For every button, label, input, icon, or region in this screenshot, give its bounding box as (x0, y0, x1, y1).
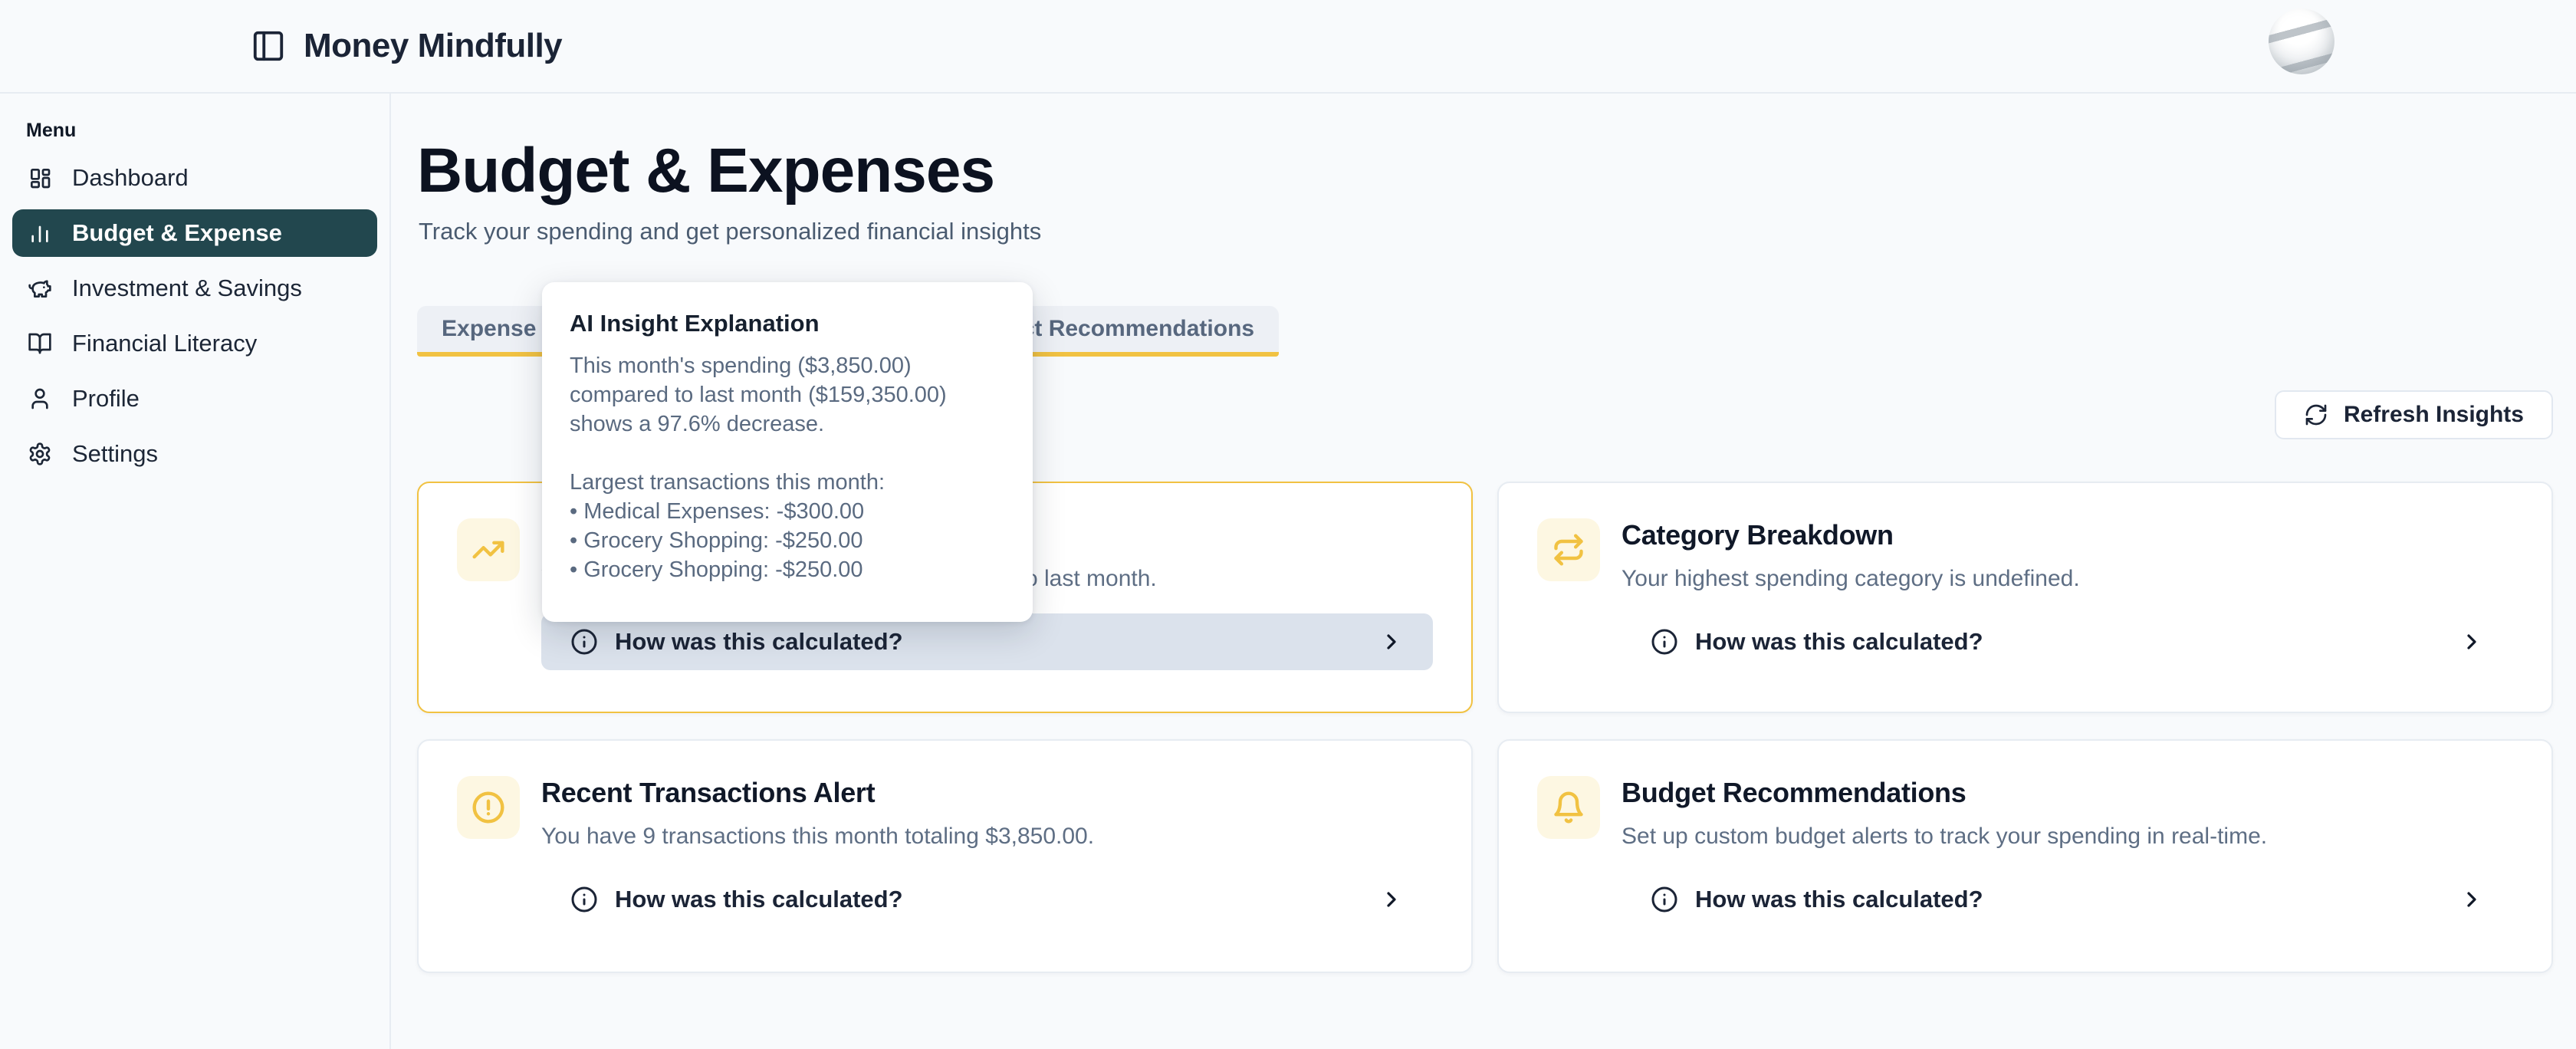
ai-insight-bullet: • Medical Expenses: -$300.00 (570, 497, 1005, 526)
ai-insight-popover-title: AI Insight Explanation (570, 310, 1005, 337)
card-body: Recent Transactions Alert You have 9 tra… (541, 776, 1433, 928)
sidebar-item-label: Settings (72, 440, 158, 468)
sidebar-item-investment-savings[interactable]: Investment & Savings (12, 265, 377, 312)
card-subtitle: You have 9 transactions this month total… (541, 822, 1433, 851)
how-calculated-label: How was this calculated? (1695, 886, 1983, 913)
sidebar-item-financial-literacy[interactable]: Financial Literacy (12, 320, 377, 367)
how-calculated-label: How was this calculated? (615, 628, 903, 656)
card-subtitle: Set up custom budget alerts to track you… (1622, 822, 2513, 851)
card-body: Budget Recommendations Set up custom bud… (1622, 776, 2513, 928)
chevron-right-icon (1379, 887, 1404, 912)
how-calculated-row[interactable]: How was this calculated? (1622, 871, 2513, 928)
card-subtitle: Your highest spending category is undefi… (1622, 564, 2513, 594)
ai-insight-subheading: Largest transactions this month: (570, 468, 1005, 497)
refresh-insights-button[interactable]: Refresh Insights (2275, 390, 2553, 439)
how-calculated-label: How was this calculated? (615, 886, 903, 913)
alert-circle-icon (457, 776, 520, 839)
sidebar: Menu Dashboard Budget & Expense Investme… (0, 94, 391, 1049)
trending-up-icon (457, 518, 520, 581)
page-title: Budget & Expenses (417, 135, 994, 207)
top-header: Money Mindfully (0, 0, 2576, 94)
how-calculated-row[interactable]: How was this calculated? (541, 871, 1433, 928)
ai-insight-bullet: • Grocery Shopping: -$250.00 (570, 526, 1005, 555)
how-calculated-label: How was this calculated? (1695, 628, 1983, 656)
app-root: Money Mindfully Menu Dashboard Budget & … (0, 0, 2576, 1049)
refresh-insights-label: Refresh Insights (2344, 402, 2524, 428)
piggy-bank-icon (28, 276, 52, 301)
chevron-right-icon (2459, 887, 2484, 912)
layout-dashboard-icon (28, 166, 52, 190)
card-body: Category Breakdown Your highest spending… (1622, 518, 2513, 670)
card-title: Category Breakdown (1622, 518, 2513, 552)
ai-insight-bullet: • Grocery Shopping: -$250.00 (570, 555, 1005, 584)
app-title: Money Mindfully (304, 27, 562, 65)
card-title: Budget Recommendations (1622, 776, 2513, 810)
info-icon (1651, 628, 1678, 656)
book-open-icon (28, 331, 52, 356)
page-subtitle: Track your spending and get personalized… (419, 218, 1041, 245)
card-title: Recent Transactions Alert (541, 776, 1433, 810)
info-icon (570, 886, 598, 913)
chevron-right-icon (1379, 630, 1404, 654)
bar-chart-icon (28, 221, 52, 245)
info-icon (570, 628, 598, 656)
refresh-icon (2304, 403, 2328, 427)
chevron-right-icon (2459, 630, 2484, 654)
repeat-icon (1537, 518, 1600, 581)
sidebar-item-budget-expense[interactable]: Budget & Expense (12, 209, 377, 257)
sidebar-item-label: Profile (72, 385, 140, 413)
user-avatar[interactable] (2269, 8, 2334, 74)
sidebar-item-label: Dashboard (72, 164, 189, 192)
gear-icon (28, 442, 52, 466)
how-calculated-row[interactable]: How was this calculated? (1622, 613, 2513, 670)
sidebar-item-settings[interactable]: Settings (12, 430, 377, 478)
sidebar-menu-label: Menu (26, 120, 389, 142)
sidebar-item-profile[interactable]: Profile (12, 375, 377, 423)
ai-insight-popover: AI Insight Explanation This month's spen… (542, 282, 1033, 622)
sidebar-item-dashboard[interactable]: Dashboard (12, 154, 377, 202)
sidebar-toggle-button[interactable] (247, 25, 290, 67)
card-category-breakdown: Category Breakdown Your highest spending… (1497, 482, 2553, 713)
sidebar-item-label: Investment & Savings (72, 275, 302, 302)
ai-insight-paragraph: This month's spending ($3,850.00) compar… (570, 351, 1005, 439)
how-calculated-row[interactable]: How was this calculated? (541, 613, 1433, 670)
sidebar-item-label: Budget & Expense (72, 219, 282, 247)
card-budget-recommendations: Budget Recommendations Set up custom bud… (1497, 739, 2553, 973)
info-icon (1651, 886, 1678, 913)
card-recent-transactions-alert: Recent Transactions Alert You have 9 tra… (417, 739, 1473, 973)
user-icon (28, 386, 52, 411)
bell-icon (1537, 776, 1600, 839)
sidebar-nav: Dashboard Budget & Expense Investment & … (0, 154, 389, 478)
panel-left-icon (251, 28, 286, 64)
sidebar-item-label: Financial Literacy (72, 330, 257, 357)
